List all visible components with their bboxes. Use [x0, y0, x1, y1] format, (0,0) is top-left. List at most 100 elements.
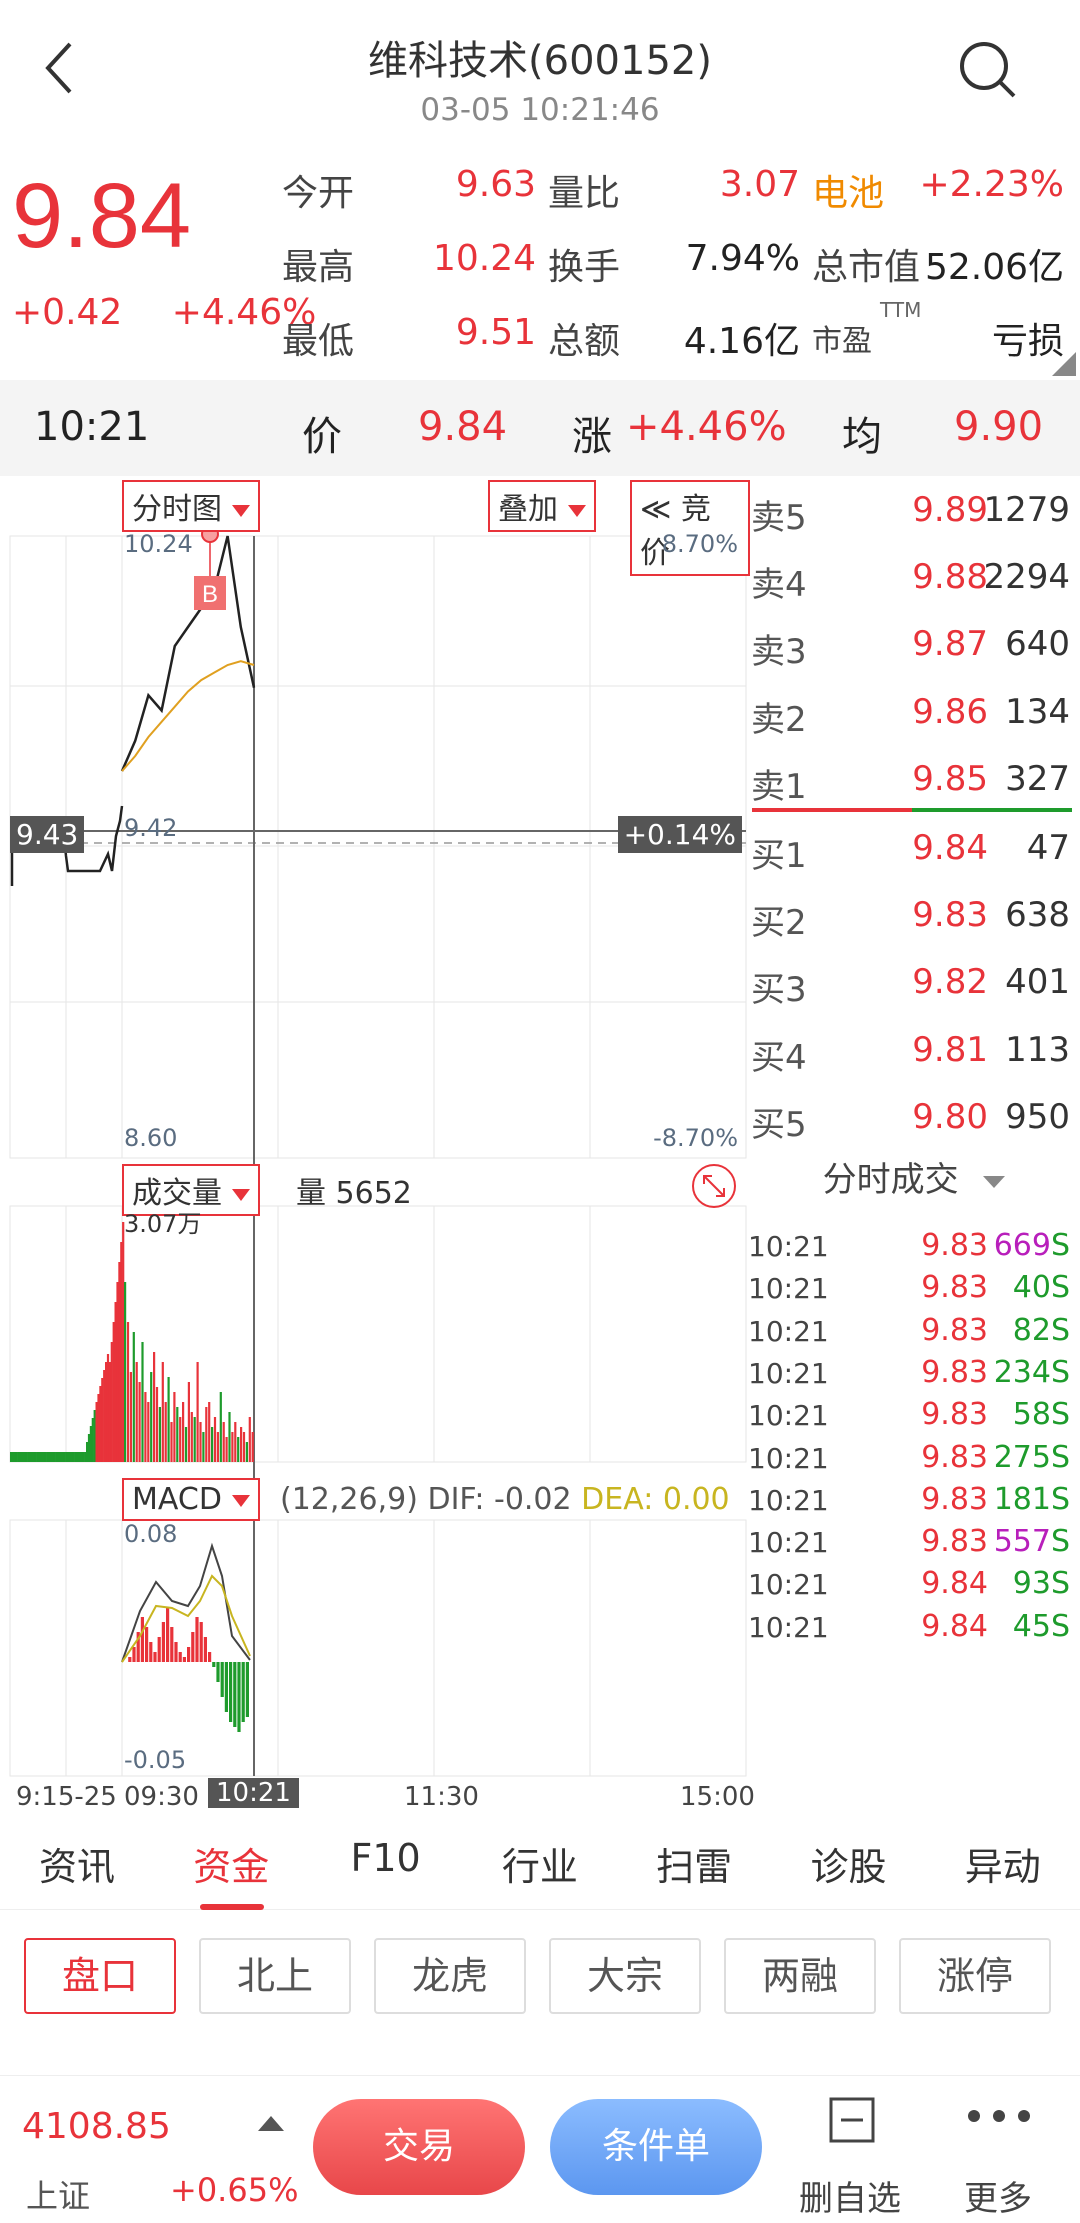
bid-row[interactable]: 买5 9.80 950 [748, 1083, 1080, 1150]
tick-trades-title[interactable]: 分时成交 [748, 1152, 1080, 1201]
tab-4[interactable]: 扫雷 [617, 1836, 771, 1891]
macd-bar [229, 1662, 233, 1722]
volume-bar [57, 1452, 60, 1462]
tick-time: 10:21 [748, 1356, 829, 1390]
trade-button[interactable]: 交易 [313, 2099, 525, 2195]
auction-toggle[interactable]: ≪ 竞价 [630, 480, 750, 576]
subtab-3[interactable]: 大宗 [549, 1938, 701, 2014]
macd-bar [212, 1662, 216, 1667]
subtab-1[interactable]: 北上 [199, 1938, 351, 2014]
condition-order-button[interactable]: 条件单 [550, 2099, 762, 2195]
ask-row[interactable]: 卖1 9.85 327 [748, 745, 1080, 812]
index-value[interactable]: 4108.85 [22, 2106, 171, 2147]
macd-bar [128, 1657, 132, 1662]
volume-ratio-value: 3.07 [719, 164, 800, 205]
tab-2[interactable]: F10 [309, 1836, 463, 1880]
search-icon[interactable] [956, 38, 1020, 102]
volume-bar [179, 1417, 182, 1462]
tick-qty: 45S [1013, 1609, 1070, 1644]
volume-bar [187, 1382, 190, 1462]
chart-canvas[interactable]: B [0, 476, 750, 1816]
turnover-value: 7.94% [685, 238, 800, 279]
ask-row[interactable]: 卖5 9.89 1279 [748, 476, 1080, 543]
volume-bar [44, 1452, 47, 1462]
remove-watchlist-label: 删自选 [799, 2179, 901, 2219]
intraday-chart[interactable]: B 分时图 叠加 ≪ 竞价 10.24 8.70% 9.42 8.60 -8.7… [0, 476, 755, 1816]
level-price: 9.81 [912, 1029, 988, 1070]
ask-row[interactable]: 卖3 9.87 640 [748, 610, 1080, 677]
macd-bar [174, 1642, 178, 1662]
volume-bar [251, 1432, 254, 1462]
active-tab-underline [200, 1904, 264, 1910]
detail-tabs: 资讯 资金 F10 行业 扫雷 诊股 异动 [0, 1810, 1080, 1910]
macd-bar [241, 1662, 245, 1722]
tick-qty: 40S [1013, 1270, 1070, 1305]
macd-bar [161, 1622, 165, 1662]
sector-change: +2.23% [919, 164, 1064, 205]
subtab-0[interactable]: 盘口 [24, 1938, 176, 2014]
sector-label[interactable]: 电池 [812, 164, 884, 216]
level-label: 卖2 [751, 699, 807, 740]
macd-bar [178, 1652, 182, 1662]
volume-bar [65, 1452, 68, 1462]
level-label: 卖3 [751, 632, 807, 673]
tab-3[interactable]: 行业 [463, 1836, 617, 1891]
expand-corner-icon[interactable] [1052, 352, 1076, 376]
tick-qty-value: 93 [1012, 1566, 1051, 1602]
tick-time: 10:21 [748, 1272, 829, 1306]
volume-bar [141, 1342, 144, 1462]
subtab-4[interactable]: 两融 [724, 1938, 876, 2014]
amount-value: 4.16亿 [683, 321, 800, 362]
subtab-2[interactable]: 龙虎 [374, 1938, 526, 2014]
macd-bar [224, 1662, 228, 1712]
volume-bar [208, 1402, 211, 1462]
chevron-down-icon [983, 1175, 1006, 1188]
tab-0[interactable]: 资讯 [0, 1836, 154, 1891]
bid-row[interactable]: 买4 9.81 113 [748, 1016, 1080, 1083]
macd-bar [191, 1632, 195, 1662]
volume-bar [78, 1452, 81, 1462]
more-button[interactable]: 更多 [928, 2076, 1068, 2223]
tab-5[interactable]: 诊股 [772, 1836, 926, 1891]
open-value: 9.63 [455, 164, 536, 205]
time-label-cursor: 10:21 [208, 1778, 299, 1808]
remove-watchlist-button[interactable]: 删自选 [780, 2076, 920, 2223]
level-qty: 113 [1005, 1029, 1070, 1070]
volume-bar [176, 1407, 179, 1462]
volume-bar [126, 1322, 130, 1462]
y-max-label: 10.24 [124, 530, 193, 558]
fullscreen-icon[interactable] [690, 1162, 738, 1210]
bid-row[interactable]: 买3 9.82 401 [748, 948, 1080, 1015]
time-label-preopen: 9:15-25 [16, 1782, 117, 1812]
macd-bar [245, 1662, 249, 1717]
ask-row[interactable]: 卖2 9.86 134 [748, 678, 1080, 745]
subtab-5[interactable]: 涨停 [899, 1938, 1051, 2014]
macd-bar [195, 1617, 199, 1662]
tick-price: 9.84 [921, 1566, 988, 1602]
bid-row[interactable]: 买2 9.83 638 [748, 881, 1080, 948]
volume-bar [63, 1452, 66, 1462]
volume-bar [21, 1452, 24, 1462]
tick-qty-value: 669 [993, 1228, 1051, 1263]
volume-bar [70, 1452, 73, 1462]
tick-qty-value: 275 [993, 1439, 1051, 1475]
overlay-selector[interactable]: 叠加 [488, 480, 596, 532]
chart-type-selector[interactable]: 分时图 [122, 480, 260, 532]
level-qty: 950 [1005, 1096, 1070, 1137]
indicator-selector-macd[interactable]: MACD [122, 1478, 260, 1521]
volume-bar [23, 1452, 26, 1462]
tick-time: 10:21 [748, 1399, 829, 1433]
more-icon [968, 2110, 1030, 2122]
volume-bar [170, 1422, 173, 1462]
volume-bar [132, 1332, 135, 1462]
volume-bar [76, 1452, 79, 1462]
tick-side: S [1050, 1228, 1070, 1263]
high-value: 10.24 [432, 238, 536, 279]
volume-bar [199, 1422, 202, 1462]
tab-1[interactable]: 资金 [154, 1836, 308, 1891]
bid-row[interactable]: 买1 9.84 47 [748, 814, 1080, 881]
tab-6[interactable]: 异动 [926, 1836, 1080, 1891]
index-change: +0.65% [170, 2171, 299, 2209]
ask-row[interactable]: 卖4 9.88 2294 [748, 543, 1080, 610]
macd-bar [216, 1662, 220, 1682]
